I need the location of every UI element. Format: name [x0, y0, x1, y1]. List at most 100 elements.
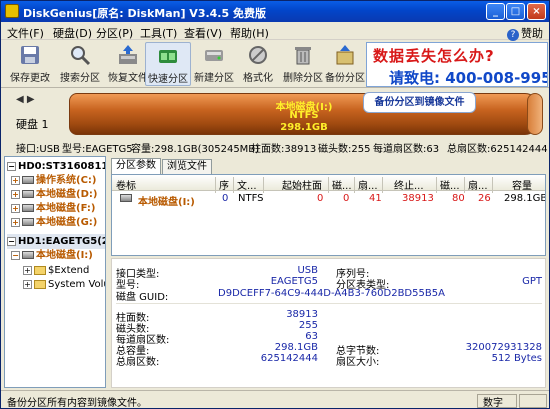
- backup-partition-button[interactable]: 备份分区: [324, 42, 366, 86]
- menu-help[interactable]: 帮助(H): [230, 25, 269, 41]
- detail-value: 38913: [286, 309, 318, 320]
- status-bar: 备份分区所有内容到镜像文件。 数字: [1, 390, 549, 409]
- save-icon: [21, 46, 39, 64]
- status-panel: [519, 394, 547, 408]
- disk-label: 硬盘 1: [16, 118, 49, 131]
- save-changes-button[interactable]: 保存更改: [7, 42, 53, 86]
- tree-node-label: 本地磁盘(F:): [36, 203, 96, 214]
- column-header[interactable]: 序: [219, 177, 229, 192]
- app-window: DiskGenius[原名: DiskMan] V3.4.5 免费版 _ □ ×…: [0, 0, 550, 409]
- column-header[interactable]: 扇...: [358, 177, 378, 192]
- detail-value: 625142444: [260, 353, 318, 364]
- tree-node-label: $Extend: [48, 265, 90, 276]
- minimize-button[interactable]: _: [486, 3, 505, 20]
- menu-partition[interactable]: 分区(P): [96, 25, 133, 41]
- search-icon: [71, 46, 91, 66]
- menu-bar: 文件(F) 硬盘(D) 分区(P) 工具(T) 查看(V) 帮助(H) ? 赞助: [1, 22, 549, 41]
- collapse-icon[interactable]: −: [11, 250, 20, 260]
- tab-browse-files[interactable]: 浏览文件: [162, 159, 212, 174]
- detail-value: GPT: [522, 276, 542, 287]
- tree-node[interactable]: + 操作系统(C:): [11, 173, 96, 188]
- tree-node[interactable]: −HD0:ST3160811A: [7, 159, 105, 174]
- detail-label: 总扇区数:: [116, 357, 160, 368]
- expand-icon[interactable]: +: [11, 217, 20, 227]
- menu-tools[interactable]: 工具(T): [140, 25, 177, 41]
- column-header[interactable]: 终止...: [394, 177, 424, 192]
- table-header: 卷标 序 文... 起始柱面 磁... 扇... 终止... 磁... 扇...…: [112, 175, 545, 193]
- tree-node[interactable]: + 本地磁盘(D:): [11, 187, 97, 202]
- recover-icon: [119, 45, 137, 64]
- expand-icon[interactable]: +: [23, 279, 32, 289]
- new-partition-button[interactable]: 新建分区: [191, 42, 237, 86]
- expand-icon[interactable]: +: [23, 265, 32, 275]
- column-header[interactable]: 文...: [237, 177, 257, 192]
- table-row[interactable]: 本地磁盘(I:) 0 NTFS 0 0 41 38913 80 26 298.1…: [112, 192, 545, 208]
- tree-node-label: 操作系统(C:): [36, 175, 97, 186]
- trash-icon: [295, 47, 311, 65]
- column-header[interactable]: 磁...: [332, 177, 352, 192]
- info-cylinders: 柱面数:38913: [251, 144, 317, 155]
- detail-value: D9DCEFF7-64C9-444D-A4B3-760D2BD55B5A: [218, 288, 445, 299]
- backup-partition-label: 备份分区: [325, 73, 365, 84]
- column-header[interactable]: 卷标: [116, 177, 136, 192]
- disk-details: 接口类型: USB 序列号: 型号: EAGETG5 分区表类型: GPT 磁盘…: [111, 258, 546, 388]
- column-header[interactable]: 起始柱面: [282, 177, 322, 192]
- tree-node[interactable]: + $Extend: [23, 263, 89, 278]
- tree-node-label: 本地磁盘(D:): [36, 189, 98, 200]
- delete-partition-button[interactable]: 删除分区: [280, 42, 326, 86]
- expand-icon[interactable]: +: [11, 175, 20, 185]
- tree-node[interactable]: − 本地磁盘(I:): [11, 248, 93, 263]
- tree-node-label: 本地磁盘(G:): [36, 217, 98, 228]
- format-label: 格式化: [243, 73, 273, 84]
- tree-node[interactable]: + 本地磁盘(G:): [11, 215, 97, 230]
- quick-partition-button[interactable]: 快速分区: [145, 42, 191, 86]
- sponsor-link[interactable]: ? 赞助: [507, 25, 543, 41]
- collapse-icon[interactable]: −: [7, 236, 16, 246]
- ad-phone: 请致电: 400-008-995: [389, 69, 548, 87]
- cell-label: 本地磁盘(I:): [138, 197, 195, 208]
- tree-node-label: HD0:ST3160811A: [18, 161, 105, 172]
- main-panel: 分区参数 浏览文件 卷标 序 文... 起始柱面 磁... 扇... 终止...…: [109, 156, 548, 388]
- menu-view[interactable]: 查看(V): [184, 25, 222, 41]
- tree-node[interactable]: + 本地磁盘(F:): [11, 201, 95, 216]
- app-icon: [5, 4, 19, 18]
- tree-node-label: 本地磁盘(I:): [36, 250, 93, 261]
- cell-end-cyl: 38913: [402, 193, 434, 204]
- disk-nav-arrows[interactable]: ◀ ▶: [16, 94, 35, 105]
- quick-partition-label: 快速分区: [148, 74, 188, 85]
- info-total-sectors: 总扇区数:625142444: [447, 144, 548, 155]
- title-bar[interactable]: DiskGenius[原名: DiskMan] V3.4.5 免费版 _ □ ×: [1, 1, 549, 22]
- detail-label: 磁盘 GUID:: [116, 292, 169, 303]
- menu-disk[interactable]: 硬盘(D): [53, 25, 92, 41]
- format-button[interactable]: 格式化: [239, 42, 277, 86]
- menu-file[interactable]: 文件(F): [7, 25, 44, 41]
- collapse-icon[interactable]: −: [7, 161, 16, 171]
- expand-icon[interactable]: +: [11, 203, 20, 213]
- format-icon: [249, 46, 267, 64]
- cell-fs: NTFS: [238, 193, 264, 204]
- detail-label: 扇区大小:: [336, 357, 380, 368]
- quick-partition-icon: [159, 50, 177, 63]
- column-header[interactable]: 扇...: [468, 177, 488, 192]
- cell-end-sector: 26: [478, 193, 491, 204]
- close-button[interactable]: ×: [527, 3, 546, 20]
- partition-icon: [22, 190, 34, 198]
- cell-start-sector: 41: [369, 193, 382, 204]
- disk-info-line: 接口:USB 型号:EAGETG5 容量:298.1GB(305245MB) 柱…: [1, 140, 549, 155]
- column-header[interactable]: 磁...: [440, 177, 460, 192]
- advertisement-banner[interactable]: 数据丢失怎么办? 请致电: 400-008-995: [366, 42, 548, 87]
- column-header[interactable]: 容量: [512, 177, 532, 192]
- tree-node[interactable]: −HD1:EAGETG5(298: [7, 234, 105, 249]
- expand-icon[interactable]: +: [11, 189, 20, 199]
- detail-value: 512 Bytes: [491, 353, 542, 364]
- detail-value: 255: [298, 320, 318, 331]
- folder-icon: [34, 265, 46, 275]
- cell-start-head: 0: [343, 193, 350, 204]
- tab-partition-params[interactable]: 分区参数: [111, 158, 161, 174]
- tooltip: 备份分区到镜像文件: [363, 92, 476, 113]
- search-partition-button[interactable]: 搜索分区: [57, 42, 103, 86]
- maximize-button[interactable]: □: [506, 3, 525, 20]
- tree-node[interactable]: + System Volu: [23, 277, 106, 292]
- partition-icon: [22, 204, 34, 212]
- tree-node-label: System Volu: [48, 279, 106, 290]
